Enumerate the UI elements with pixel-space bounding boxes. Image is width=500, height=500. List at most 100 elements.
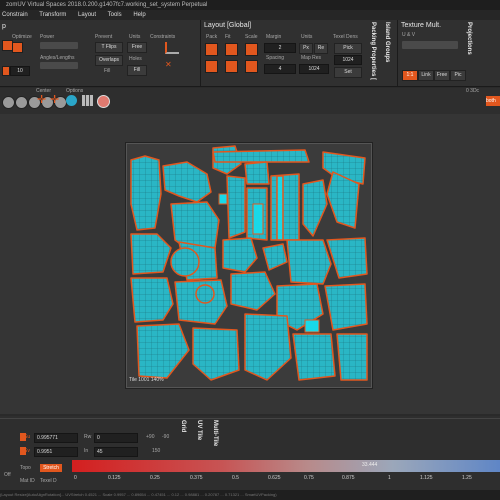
uv-island [292,333,336,381]
scale-label: Scale [245,34,258,40]
optimize-icon[interactable] [12,42,23,53]
tick-label: 1.25 [462,475,472,481]
link-button[interactable]: Link [418,70,434,81]
su-field[interactable]: 0.995771 [34,433,78,443]
uv-tile-tab[interactable]: UV Tile [196,420,202,440]
tick-label: 1.125 [420,475,433,481]
spacing-field[interactable]: 4 [264,64,296,74]
uv-island [226,175,246,239]
iterations-field[interactable]: 10 [10,66,30,76]
sv-field[interactable]: 0.9951 [34,447,78,457]
set-button[interactable]: Set [334,67,362,78]
overlaps-button[interactable]: Overlaps [95,55,123,66]
angles-lengths-slider[interactable] [40,62,78,69]
mat-id-button[interactable]: Mat ID [20,478,35,484]
tick-label: 0.125 [108,475,121,481]
tick-label: 0 [74,475,77,481]
uv-island-highlight [218,193,228,205]
tick-label: 0.375 [190,475,203,481]
off-button[interactable]: Off [4,472,11,478]
units2-label: Units [301,34,313,40]
center-2-icon[interactable]: ✛ [50,95,59,106]
uv-island [326,237,368,279]
menu-transform[interactable]: Transform [39,12,66,18]
projections-tab[interactable]: Projections [466,22,472,55]
texture-mult-field[interactable] [402,41,458,49]
free-mult-button[interactable]: Free [434,70,450,81]
prevent-label: Prevent [95,34,113,40]
uv-island [230,271,276,311]
scale-all-icon[interactable] [245,60,258,73]
uv-island [324,283,368,331]
uv-island [286,239,332,285]
map-res-field[interactable]: 1024 [299,64,329,74]
fit-icon[interactable] [225,43,238,56]
margin-field[interactable]: 2 [264,43,296,53]
unfold-panel-title: p [2,23,6,30]
rotate-minus-90-button[interactable]: -90 [162,434,169,440]
pic-button[interactable]: Pic [450,70,466,81]
tick-label: 0.875 [342,475,355,481]
iterations-icon[interactable] [2,66,10,76]
bottom-divider [0,418,500,419]
free-button[interactable]: Free [127,42,147,53]
window-title: zomUV Virtual Spaces 2018.0.200.g1407fc7… [0,0,500,10]
multi-tile-tab[interactable]: Multi-Tile [212,420,218,446]
rotate-plus-90-button[interactable]: +90 [146,434,154,440]
menu-layout[interactable]: Layout [78,12,96,18]
pack-all-icon[interactable] [205,60,218,73]
re-button[interactable]: Re [314,43,328,54]
island-groups-tab[interactable]: Island Groups [384,22,390,62]
tick-label: 0.75 [304,475,314,481]
pack-icon[interactable] [205,43,218,56]
uv-tile[interactable]: Tile 1001 140% [126,143,372,388]
toolbar-divider-2 [397,20,398,86]
tick-label: 0.5 [232,475,239,481]
uv-island [136,323,190,379]
pick-button[interactable]: Pick [334,43,362,54]
power-slider[interactable] [40,42,78,49]
select-sphere-icon[interactable] [2,96,15,109]
menu-constrain[interactable]: Constrain [2,12,28,18]
rw-label: Rw [84,434,92,440]
rw-field[interactable]: 0 [94,433,138,443]
fit-all-icon[interactable] [225,60,238,73]
center-icon[interactable]: ✛ [37,95,46,106]
both-tab[interactable]: both [486,96,500,106]
gradient-level-label: 33.444 [362,462,378,468]
sv-label: Sv [24,448,30,454]
constraint-axis-icon[interactable] [165,42,179,54]
fill-button[interactable]: Fill [127,65,147,76]
scale-icon[interactable] [245,43,258,56]
uv-island [170,247,200,277]
toolbar-divider [200,20,201,86]
menu-help[interactable]: Help [133,12,145,18]
uv-island [244,313,292,381]
uv-island [336,333,368,381]
one-to-one-button[interactable]: 1:1 [402,70,418,81]
tile-label: Tile 1001 140% [129,377,164,383]
uv-island [195,284,215,304]
packing-properties-tab[interactable]: Packing Properties [ [370,22,376,80]
uv-island-highlight [304,319,320,333]
stretch-button[interactable]: Stretch [40,464,62,472]
sync-icon[interactable] [66,95,77,106]
menu-tools[interactable]: Tools [108,12,122,18]
su-label: Su [24,434,31,440]
px-button[interactable]: Px [299,43,313,54]
grid-icon[interactable] [82,95,93,106]
texel-d-button[interactable]: Texel D [40,478,57,484]
select-sphere-2-icon[interactable] [15,96,28,109]
texel-value-field[interactable]: 1024 [334,55,362,65]
bottom-panel: Su 0.995771 Sv 0.9951 Rw 0 In 45 +90 -90… [0,416,500,500]
uv-island [244,161,270,185]
3d-value: 0 3Dc [466,88,480,94]
constraint-cross-icon[interactable]: ✕ [165,60,177,72]
tflips-button[interactable]: T Flips [95,42,123,53]
grid-tab[interactable]: Grid [180,420,186,432]
display-icon[interactable] [97,95,110,108]
topo-button[interactable]: Topo [20,465,31,471]
in-field[interactable]: 45 [94,447,138,457]
in-label: In [84,448,89,454]
stretch-gradient-bar: 33.444 [72,460,500,472]
